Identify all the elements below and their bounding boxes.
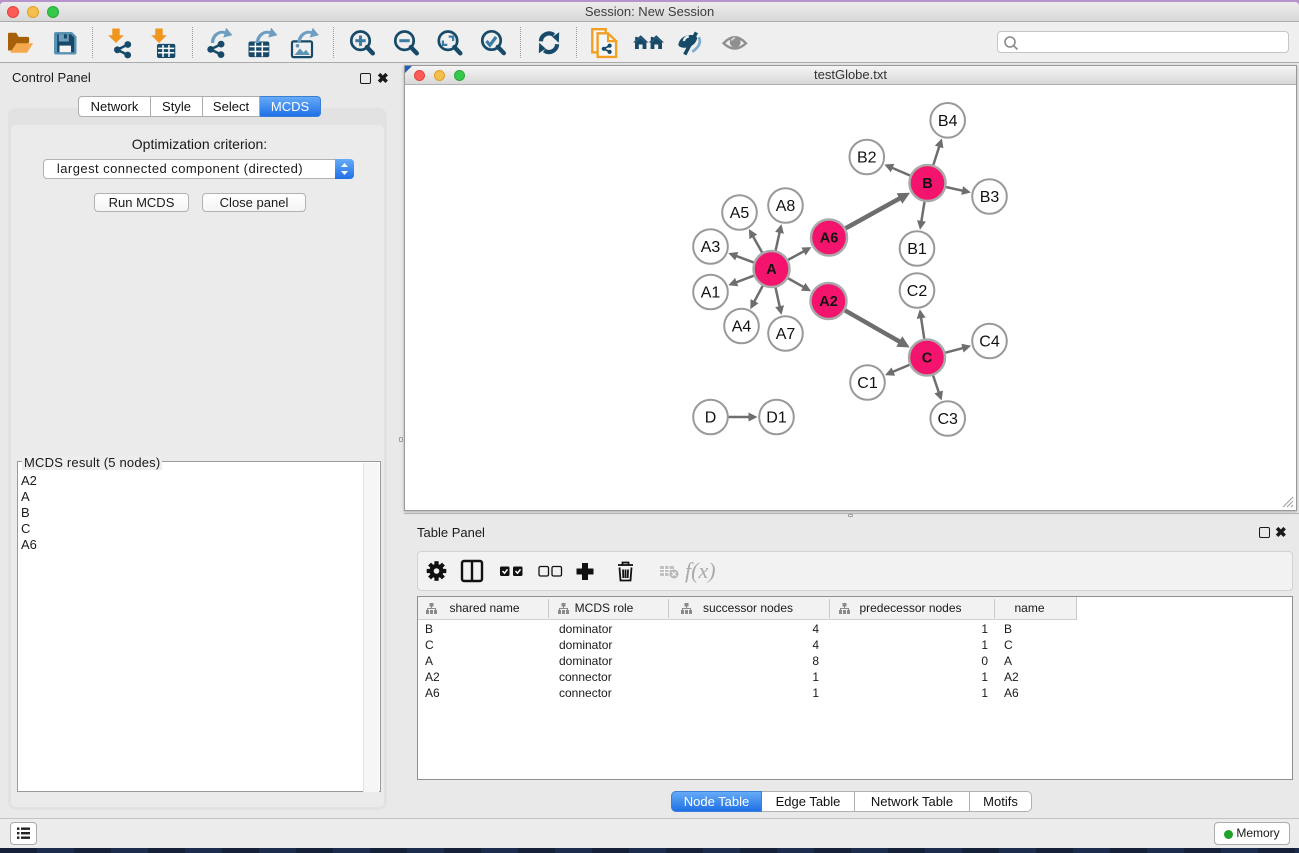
svg-text:B1: B1: [907, 241, 927, 258]
svg-text:B3: B3: [980, 189, 1000, 206]
svg-text:B2: B2: [857, 150, 877, 167]
svg-text:C1: C1: [857, 375, 878, 392]
svg-text:A8: A8: [776, 198, 796, 215]
svg-text:D1: D1: [766, 410, 787, 427]
svg-text:A7: A7: [776, 326, 796, 343]
svg-text:A1: A1: [701, 285, 721, 302]
svg-text:A6: A6: [820, 231, 839, 247]
svg-text:A3: A3: [701, 239, 721, 256]
svg-text:B: B: [922, 176, 932, 192]
svg-text:B4: B4: [938, 113, 958, 130]
svg-text:C3: C3: [937, 411, 958, 428]
svg-text:A: A: [766, 262, 777, 278]
svg-text:A5: A5: [730, 205, 750, 222]
svg-text:A4: A4: [732, 319, 752, 336]
svg-text:f(x): f(x): [685, 558, 716, 583]
svg-text:C2: C2: [907, 283, 928, 300]
svg-text:C4: C4: [979, 334, 1000, 351]
svg-text:C: C: [922, 351, 933, 367]
svg-text:A2: A2: [819, 294, 838, 310]
svg-text:D: D: [705, 410, 717, 427]
